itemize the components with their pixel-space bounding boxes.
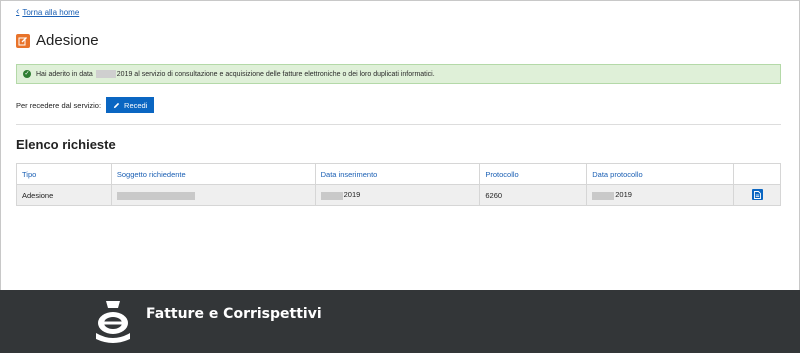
cell-data-inserimento: 2019 [314,184,481,206]
col-header-soggetto: Soggetto richiedente [110,163,316,185]
success-alert: ✓ Hai aderito in data 2019 al servizio d… [16,64,781,84]
recedi-button-label: Recedi [124,100,148,110]
redacted-date [95,70,116,78]
check-circle-icon: ✓ [23,70,31,78]
footer-title: Fatture e Corrispettivi [146,306,322,322]
requests-title: Elenco richieste [16,137,116,152]
col-header-protocollo: Protocollo [479,163,588,185]
table-row: Adesione 2019 6260 2019 [16,184,781,206]
pencil-icon [113,102,120,108]
redacted-date [320,191,343,200]
requests-table: Tipo Soggetto richiedente Data inserimen… [16,163,781,206]
agenzia-entrate-logo [96,301,130,343]
recedi-button[interactable]: Recedi [106,97,155,113]
recede-label: Per recedere dal servizio: [16,100,102,110]
cell-tipo: Adesione [16,184,112,206]
col-header-data-inserimento: Data inserimento [314,163,481,185]
document-icon[interactable] [751,189,763,201]
back-to-home-link[interactable]: ‹ Torna alla home [16,7,79,17]
page-header: Adesione [16,32,99,49]
cell-data-protocollo: 2019 [586,184,735,206]
data-protocollo-value: 2019 [615,190,632,200]
redacted-date [592,191,615,200]
edit-icon [16,33,30,48]
alert-text: Hai aderito in data 2019 al servizio di … [36,70,435,78]
redacted-subject [116,191,195,200]
col-header-actions [733,163,781,185]
page-title: Adesione [36,32,99,49]
chevron-left-icon: ‹ [16,6,20,17]
col-header-tipo: Tipo [16,163,112,185]
recede-row: Per recedere dal servizio: Recedi [16,97,155,113]
table-header-row: Tipo Soggetto richiedente Data inserimen… [16,163,781,185]
cell-protocollo: 6260 [479,184,588,206]
cell-soggetto [110,184,316,206]
alert-text-after: 2019 al servizio di consultazione e acqu… [116,70,435,78]
divider [16,124,781,125]
data-inserimento-value: 2019 [343,190,361,200]
cell-actions [733,184,781,206]
alert-text-before: Hai aderito in data [36,70,93,78]
col-header-data-protocollo: Data protocollo [586,163,735,185]
back-link-label: Torna alla home [22,7,80,17]
